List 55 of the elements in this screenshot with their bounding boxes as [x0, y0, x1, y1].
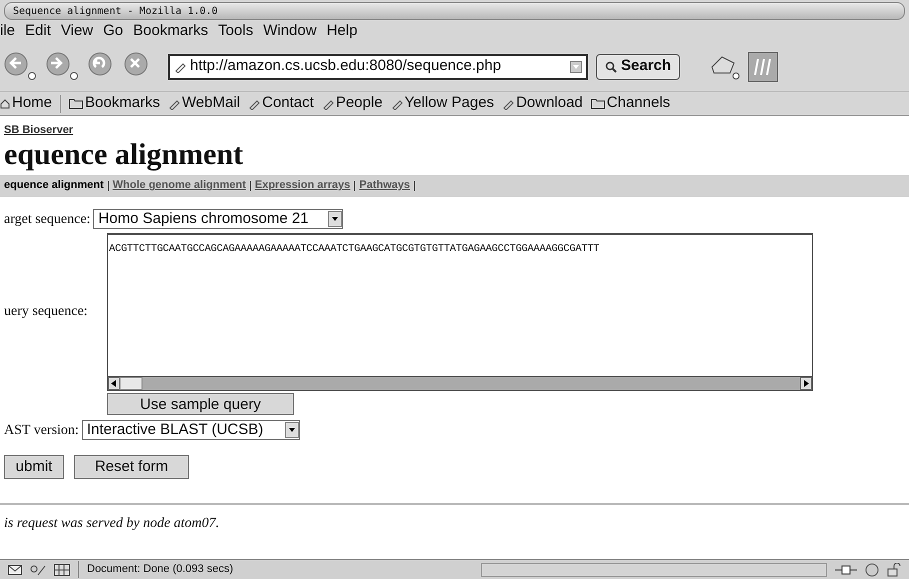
bookmark-item[interactable]: Yellow Pages: [390, 92, 494, 115]
nav-link[interactable]: Pathways: [359, 177, 410, 194]
search-icon: [605, 60, 617, 72]
bookmark-icon: [248, 98, 260, 110]
scroll-left-icon[interactable]: [108, 376, 144, 390]
grid-icon[interactable]: [54, 564, 70, 576]
bookmark-item[interactable]: Download: [502, 92, 583, 115]
scroll-right-icon[interactable]: [800, 376, 812, 390]
folder-icon: [590, 98, 605, 109]
field-label: AST version:: [4, 422, 79, 440]
menu-item[interactable]: Go: [103, 20, 124, 42]
query-textarea[interactable]: ACGTTCTTGCAATGCCAGCAGAAAAAGAAAAATCCAAATCTGAAGCATGCGTGTGTTATGAGAAGCCTGGAAAAGGCGATTT: [107, 232, 813, 390]
menu-item[interactable]: View: [60, 20, 94, 42]
forward-button[interactable]: [46, 52, 80, 82]
bookmark-icon: [390, 98, 403, 110]
sample-query-button[interactable]: Use sample query: [107, 392, 294, 414]
blast-select[interactable]: Interactive BLAST (UCSB): [82, 420, 300, 440]
mail-icon[interactable]: [8, 564, 22, 574]
padlock-icon[interactable]: [887, 562, 901, 576]
bookmark-icon: [322, 98, 334, 110]
menu-item[interactable]: Help: [326, 20, 358, 42]
footer-note: is request was served by node atom07.: [4, 514, 220, 532]
horizontal-scrollbar[interactable]: [108, 376, 812, 390]
bookmark-item[interactable]: Contact: [248, 92, 314, 115]
nav-link[interactable]: equence alignment: [4, 177, 104, 194]
bookmark-icon: [168, 98, 180, 110]
menu-item[interactable]: Tools: [218, 20, 254, 42]
window-title: Sequence alignment - Mozilla 1.0.0: [12, 4, 218, 18]
connection-icon[interactable]: [835, 564, 857, 574]
nav-link[interactable]: Expression arrays: [254, 177, 350, 194]
menu-item[interactable]: ile: [0, 20, 16, 42]
bookmark-icon: [502, 98, 514, 110]
bookmark-item[interactable]: Channels: [590, 92, 670, 115]
dropdown-icon: [570, 60, 582, 72]
target-select[interactable]: Homo Sapiens chromosome 21: [93, 209, 344, 229]
bookmark-item[interactable]: People: [322, 92, 383, 115]
search-button[interactable]: Search: [596, 54, 680, 80]
back-button[interactable]: [4, 52, 38, 82]
submit-button[interactable]: ubmit: [4, 454, 64, 478]
bookmark-item[interactable]: WebMail: [168, 92, 240, 115]
menu-item[interactable]: Edit: [25, 20, 51, 42]
field-label: uery sequence:: [4, 303, 89, 321]
field-label: arget sequence:: [4, 210, 90, 228]
url-field[interactable]: http://amazon.cs.ucsb.edu:8080/sequence.php: [168, 54, 588, 80]
nav-link[interactable]: Whole genome alignment: [112, 177, 246, 194]
home-icon: [0, 98, 10, 108]
bookmark-item[interactable]: Bookmarks: [69, 92, 160, 115]
page-heading: equence alignment: [4, 138, 244, 170]
site-link[interactable]: SB Bioserver: [4, 122, 905, 138]
bookmark-item[interactable]: Home: [0, 92, 52, 115]
bookmark-icon: [174, 60, 186, 72]
menu-item[interactable]: Bookmarks: [133, 20, 208, 42]
reset-button[interactable]: Reset form: [74, 454, 189, 478]
folder-icon: [69, 98, 84, 109]
menu-item[interactable]: Window: [263, 20, 317, 42]
